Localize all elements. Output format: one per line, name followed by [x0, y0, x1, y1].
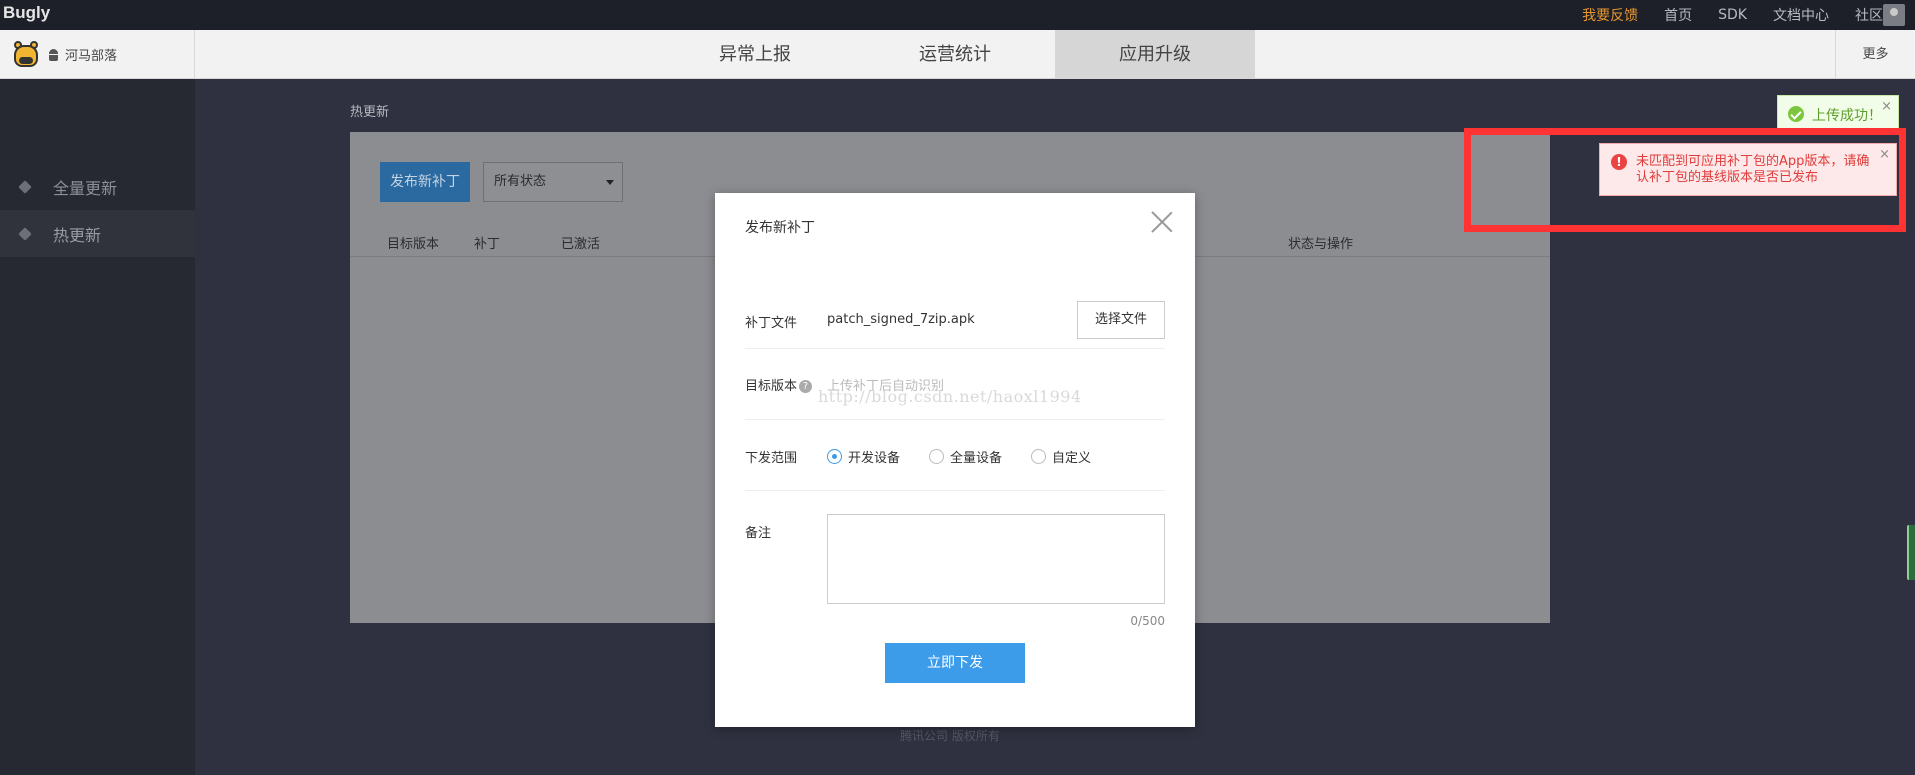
remark-char-counter: 0/500	[1130, 614, 1165, 628]
publish-now-button[interactable]: 立即下发	[885, 643, 1025, 683]
error-icon: !	[1611, 154, 1627, 170]
patch-file-name: patch_signed_7zip.apk	[827, 312, 975, 327]
radio-unchecked-icon	[929, 449, 944, 464]
sidebar-item-label: 全量更新	[53, 178, 118, 198]
close-icon[interactable]	[1151, 211, 1173, 233]
app-name: 河马部落	[65, 49, 118, 64]
error-toast: ! 未匹配到可应用补丁包的App版本，请确认补丁包的基线版本是否已发布 ×	[1599, 143, 1897, 196]
close-icon[interactable]: ×	[1879, 148, 1890, 161]
android-icon	[48, 48, 59, 61]
scope-row: 下发范围 开发设备 全量设备 自定义	[745, 420, 1165, 491]
tab-operation-stats[interactable]: 运营统计	[855, 30, 1055, 79]
status-filter-select[interactable]: 所有状态	[483, 162, 623, 202]
nav-tabs: 异常上报 运营统计 应用升级	[0, 30, 1915, 79]
chevron-down-icon	[606, 180, 614, 185]
scope-label: 下发范围	[745, 451, 798, 466]
status-filter-value: 所有状态	[494, 174, 547, 189]
toast-message: 未匹配到可应用补丁包的App版本，请确认补丁包的基线版本是否已发布	[1636, 154, 1870, 185]
watermark-text: http://blog.csdn.net/haoxl1994	[818, 387, 1082, 406]
tab-app-upgrade[interactable]: 应用升级	[1055, 30, 1255, 79]
avatar[interactable]	[1883, 4, 1905, 26]
docs-link[interactable]: 文档中心	[1773, 5, 1829, 25]
more-menu-button[interactable]: 更多	[1835, 30, 1915, 79]
patch-file-row: 补丁文件 patch_signed_7zip.apk 选择文件	[745, 301, 1165, 349]
help-icon[interactable]: ?	[799, 380, 813, 393]
sidebar-item-full-update[interactable]: 全量更新	[0, 163, 195, 210]
cube-icon	[18, 179, 32, 194]
scope-radio-custom[interactable]: 自定义	[1031, 447, 1091, 466]
home-link[interactable]: 首页	[1664, 5, 1692, 25]
hippo-logo-icon	[12, 40, 40, 69]
radio-checked-icon	[827, 449, 842, 464]
remark-label: 备注	[745, 526, 772, 541]
top-bar: Bugly 我要反馈 首页 SDK 文档中心 社区	[0, 0, 1915, 30]
publish-patch-button[interactable]: 发布新补丁	[380, 162, 470, 202]
column-patch: 补丁	[474, 237, 501, 252]
choose-file-button[interactable]: 选择文件	[1077, 301, 1165, 339]
column-status-actions: 状态与操作	[1288, 237, 1354, 252]
sdk-link[interactable]: SDK	[1718, 7, 1747, 23]
target-version-label: 目标版本?	[745, 375, 813, 394]
top-links: 我要反馈 首页 SDK 文档中心 社区	[1556, 0, 1883, 30]
publish-patch-dialog: 发布新补丁 补丁文件 patch_signed_7zip.apk 选择文件 目标…	[715, 193, 1195, 727]
copyright-footer: 腾讯公司 版权所有	[900, 729, 1000, 743]
remark-row: 备注 0/500	[745, 514, 1165, 634]
dialog-title: 发布新补丁	[745, 220, 815, 236]
sidebar-item-label: 热更新	[53, 225, 102, 245]
radio-unchecked-icon	[1031, 449, 1046, 464]
app-switcher[interactable]: 河马部落	[0, 30, 195, 79]
community-link[interactable]: 社区	[1855, 5, 1883, 25]
page-title: 热更新	[350, 105, 390, 120]
tab-crash-report[interactable]: 异常上报	[655, 30, 855, 79]
close-icon[interactable]: ×	[1881, 100, 1892, 113]
cube-icon	[18, 226, 32, 241]
toast-message: 上传成功！	[1812, 108, 1882, 124]
side-feedback-handle[interactable]	[1907, 525, 1915, 580]
sidebar: 全量更新 热更新	[0, 79, 195, 775]
scope-radio-all-devices[interactable]: 全量设备	[929, 447, 1002, 466]
nav-bar: 异常上报 运营统计 应用升级 河马部落 更多	[0, 30, 1915, 79]
brand-logo-text[interactable]: Bugly	[3, 3, 50, 23]
scope-radio-dev-devices[interactable]: 开发设备	[827, 447, 900, 466]
upload-success-toast: 上传成功！ ×	[1777, 95, 1899, 130]
target-version-row: 目标版本? 上传补丁后自动识别	[745, 349, 1165, 420]
check-circle-icon	[1788, 106, 1804, 122]
column-target-version: 目标版本	[387, 237, 440, 252]
sidebar-item-hot-update[interactable]: 热更新	[0, 210, 195, 257]
column-activated: 已激活	[561, 237, 601, 252]
feedback-link[interactable]: 我要反馈	[1582, 5, 1638, 25]
patch-file-label: 补丁文件	[745, 316, 798, 331]
remark-textarea[interactable]	[827, 514, 1165, 604]
